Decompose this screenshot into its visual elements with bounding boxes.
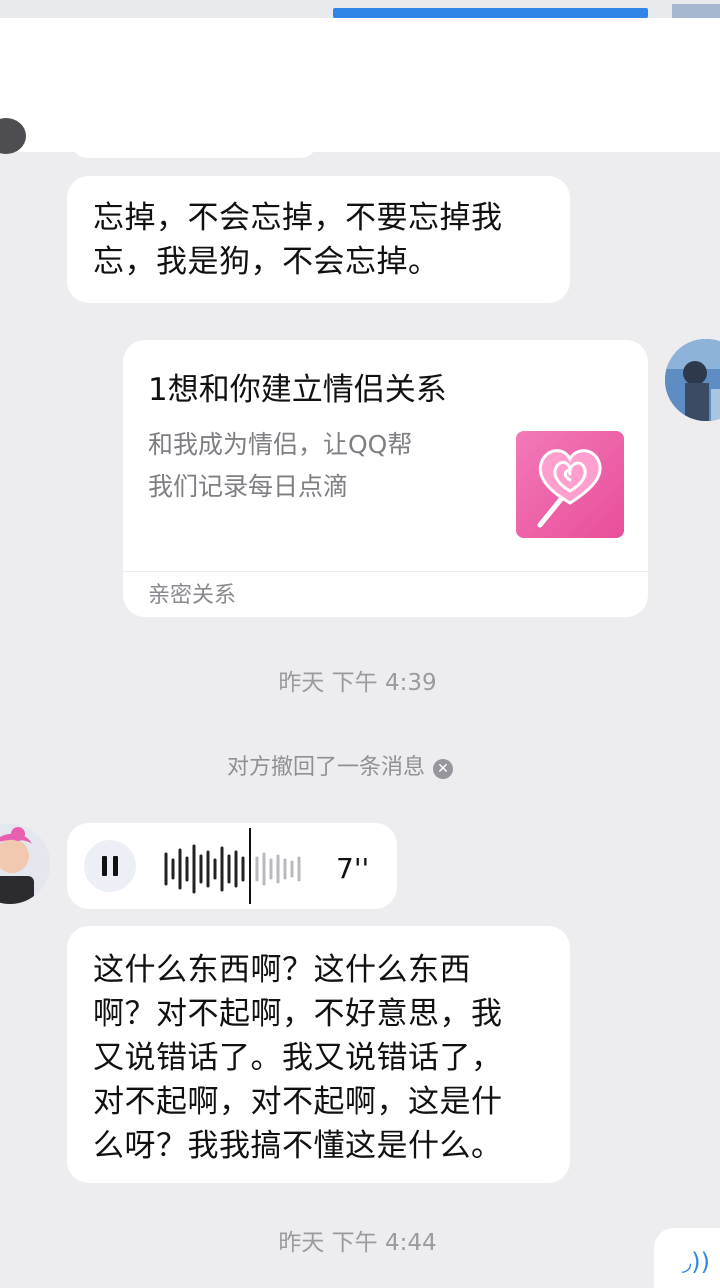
lollipop-icon — [516, 431, 624, 538]
top-corner-thumbnail — [672, 4, 720, 18]
voice-icon: ◞)) — [682, 1248, 711, 1276]
partial-message-bubble[interactable] — [70, 128, 318, 158]
recall-notice: 对方撤回了一条消息 ✕ — [0, 753, 680, 783]
message-2-line: 又说错话了。我又说错话了， — [93, 1040, 503, 1076]
message-2-line: 么呀？我我搞不懂这是什么。 — [93, 1128, 503, 1164]
card-description-line: 和我成为情侣，让QQ帮 — [148, 430, 413, 459]
voice-waveform[interactable] — [160, 826, 310, 906]
card-title: 1想和你建立情侣关系 — [148, 372, 447, 408]
pause-button[interactable] — [84, 840, 136, 892]
message-1-text: 忘掉，不会忘掉，不要忘掉我 忘，我是狗，不会忘掉。 — [93, 196, 503, 284]
voice-duration: 7'' — [336, 852, 370, 885]
message-2-line: 这什么东西啊？这什么东西 — [93, 952, 471, 988]
close-icon[interactable]: ✕ — [433, 759, 453, 779]
timestamp: 昨天 下午 4:44 — [278, 1230, 437, 1256]
card-description: 和我成为情侣，让QQ帮 我们记录每日点滴 — [148, 424, 478, 508]
card-description-line: 我们记录每日点滴 — [148, 472, 349, 501]
my-avatar[interactable] — [665, 339, 720, 421]
pause-icon-bar — [113, 856, 118, 876]
message-2-line: 啊？对不起啊，不好意思，我 — [93, 996, 503, 1032]
card-divider — [123, 571, 648, 572]
timestamp: 昨天 下午 4:39 — [278, 670, 437, 696]
message-1-line: 忘，我是狗，不会忘掉。 — [93, 244, 440, 280]
message-2-line: 对不起啊，对不起啊，这是什 — [93, 1084, 503, 1120]
recall-notice-text: 对方撤回了一条消息 — [226, 755, 425, 780]
message-2-text: 这什么东西啊？这什么东西 啊？对不起啊，不好意思，我 又说错话了。我又说错话了，… — [93, 948, 553, 1168]
pause-icon — [102, 856, 107, 876]
contact-avatar[interactable] — [0, 824, 50, 904]
message-1-line: 忘掉，不会忘掉，不要忘掉我 — [93, 200, 503, 236]
top-accent-bar — [333, 8, 648, 18]
card-footer-label: 亲密关系 — [148, 583, 237, 608]
